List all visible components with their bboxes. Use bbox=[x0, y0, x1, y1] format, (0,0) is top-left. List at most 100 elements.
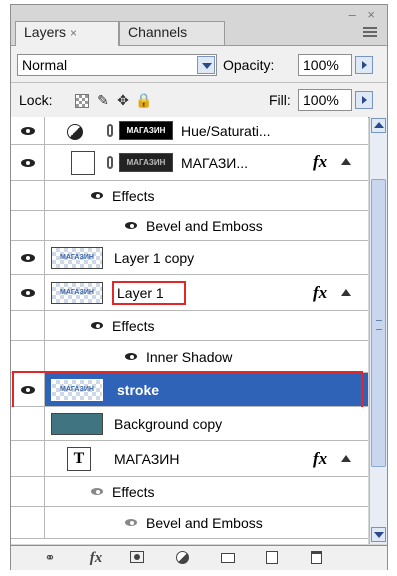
effects-label: Effects bbox=[112, 484, 155, 500]
eye-icon[interactable] bbox=[21, 289, 35, 297]
eye-icon[interactable] bbox=[21, 159, 35, 167]
effects-row[interactable]: Effects bbox=[11, 477, 368, 507]
blend-mode-value: Normal bbox=[22, 57, 68, 73]
lock-brush-icon[interactable]: ✎ bbox=[95, 92, 111, 108]
visibility-toggle[interactable] bbox=[11, 407, 45, 440]
eye-icon[interactable] bbox=[21, 127, 35, 135]
effect-row[interactable]: Inner Shadow bbox=[11, 341, 368, 373]
panel-titlebar: – × Layers × Channels bbox=[11, 5, 387, 47]
eye-icon[interactable] bbox=[21, 254, 35, 262]
close-tab-icon[interactable]: × bbox=[70, 26, 77, 40]
effect-label: Inner Shadow bbox=[146, 349, 233, 365]
layer-name: МАГАЗИН bbox=[114, 451, 180, 467]
layer-thumbnail bbox=[51, 413, 103, 435]
panel-menu-icon[interactable] bbox=[363, 27, 377, 37]
new-group-folder-icon[interactable] bbox=[217, 550, 239, 566]
effects-label: Effects bbox=[112, 318, 155, 334]
window-controls[interactable]: – × bbox=[349, 7, 379, 22]
selection-highlight-box bbox=[12, 371, 363, 409]
new-adjustment-icon[interactable] bbox=[171, 550, 193, 566]
eye-icon[interactable] bbox=[91, 322, 103, 329]
adjustment-icon bbox=[67, 124, 83, 140]
tab-layers[interactable]: Layers × bbox=[15, 21, 119, 46]
fill-field[interactable]: 100% bbox=[298, 89, 352, 111]
layer-row[interactable]: T МАГАЗИН fx bbox=[11, 441, 368, 477]
eye-icon[interactable] bbox=[125, 222, 137, 229]
visibility-column bbox=[11, 341, 45, 372]
opacity-value: 100% bbox=[303, 57, 339, 73]
visibility-toggle[interactable] bbox=[11, 441, 45, 476]
visibility-toggle[interactable] bbox=[11, 241, 45, 274]
highlight-box bbox=[112, 281, 186, 305]
trash-icon[interactable] bbox=[305, 550, 327, 566]
fx-icon[interactable]: fx bbox=[313, 152, 327, 172]
layer-thumbnail: МАГАЗИН bbox=[51, 282, 103, 304]
layer-row[interactable]: МАГАЗИН Layer 1 fx bbox=[11, 275, 368, 311]
fx-icon[interactable]: fx bbox=[313, 449, 327, 469]
layer-row[interactable]: МАГАЗИН МАГАЗИ... fx bbox=[11, 145, 368, 181]
link-icon[interactable] bbox=[107, 156, 113, 169]
effect-row[interactable]: Bevel and Emboss bbox=[11, 507, 368, 539]
layer-name: МАГАЗИ... bbox=[181, 155, 249, 171]
eye-icon[interactable] bbox=[91, 488, 103, 495]
visibility-toggle[interactable] bbox=[11, 145, 45, 180]
layer-mask-thumbnail: МАГАЗИН bbox=[119, 153, 173, 172]
tab-channels-label: Channels bbox=[128, 24, 188, 40]
layer-mask-thumbnail: МАГАЗИН bbox=[119, 121, 173, 140]
layer-name: Hue/Saturati... bbox=[181, 123, 271, 139]
tab-channels[interactable]: Channels bbox=[119, 21, 225, 45]
visibility-column bbox=[11, 477, 45, 506]
scroll-down-button[interactable] bbox=[371, 527, 386, 542]
text-layer-icon: T bbox=[67, 447, 91, 471]
scroll-up-button[interactable] bbox=[371, 118, 386, 133]
layer-row[interactable]: МАГАЗИН Hue/Saturati... bbox=[11, 117, 368, 145]
layer-name: Layer 1 copy bbox=[114, 250, 195, 266]
visibility-column bbox=[11, 311, 45, 340]
effect-label: Bevel and Emboss bbox=[146, 218, 263, 234]
blend-mode-select[interactable]: Normal bbox=[17, 54, 217, 76]
collapse-arrow-icon[interactable] bbox=[341, 289, 351, 296]
lock-transparent-icon[interactable] bbox=[75, 94, 89, 108]
layers-bottom-toolbar: ⚭ fx bbox=[11, 545, 387, 570]
lock-all-icon[interactable]: 🔒 bbox=[135, 92, 152, 108]
layers-scrollbar[interactable] bbox=[369, 117, 387, 544]
add-style-icon[interactable]: fx bbox=[83, 550, 109, 566]
visibility-toggle[interactable] bbox=[11, 275, 45, 310]
layers-list: МАГАЗИН Hue/Saturati... МАГАЗИН МАГАЗИ..… bbox=[11, 117, 368, 544]
opacity-label: Opacity: bbox=[223, 57, 275, 73]
link-layers-icon[interactable]: ⚭ bbox=[39, 550, 61, 566]
layer-row[interactable]: МАГАЗИН Layer 1 copy bbox=[11, 241, 368, 275]
fill-label: Fill: bbox=[269, 92, 291, 108]
layer-name: Background copy bbox=[114, 416, 223, 432]
effect-label: Bevel and Emboss bbox=[146, 515, 263, 531]
eye-icon[interactable] bbox=[125, 353, 137, 360]
layer-row[interactable]: Background copy bbox=[11, 407, 368, 441]
visibility-toggle[interactable] bbox=[11, 117, 45, 144]
effects-label: Effects bbox=[112, 188, 155, 204]
effects-row[interactable]: Effects bbox=[11, 311, 368, 341]
effect-row[interactable]: Bevel and Emboss bbox=[11, 211, 368, 241]
opacity-slider-button[interactable] bbox=[355, 56, 373, 74]
new-layer-icon[interactable] bbox=[261, 550, 283, 566]
collapse-arrow-icon[interactable] bbox=[341, 455, 351, 462]
fill-value: 100% bbox=[303, 92, 339, 108]
eye-icon[interactable] bbox=[125, 519, 137, 526]
fx-icon[interactable]: fx bbox=[313, 283, 327, 303]
layer-thumbnail: МАГАЗИН bbox=[51, 247, 103, 269]
add-mask-icon[interactable] bbox=[127, 550, 147, 566]
fill-slider-button[interactable] bbox=[355, 91, 373, 109]
visibility-column bbox=[11, 181, 45, 210]
effects-row[interactable]: Effects bbox=[11, 181, 368, 211]
tab-layers-label: Layers bbox=[24, 24, 67, 40]
layer-thumbnail bbox=[71, 151, 95, 175]
link-icon[interactable] bbox=[107, 124, 113, 137]
scroll-thumb[interactable] bbox=[371, 179, 386, 467]
lock-label: Lock: bbox=[19, 92, 53, 108]
lock-move-icon[interactable]: ✥ bbox=[115, 92, 131, 108]
visibility-column bbox=[11, 507, 45, 538]
lock-fill-row: Lock: ✎ ✥ 🔒 Fill: 100% bbox=[11, 82, 387, 118]
chevron-down-icon[interactable] bbox=[197, 56, 215, 74]
eye-icon[interactable] bbox=[91, 192, 103, 199]
opacity-field[interactable]: 100% bbox=[298, 54, 352, 76]
collapse-arrow-icon[interactable] bbox=[341, 158, 351, 165]
